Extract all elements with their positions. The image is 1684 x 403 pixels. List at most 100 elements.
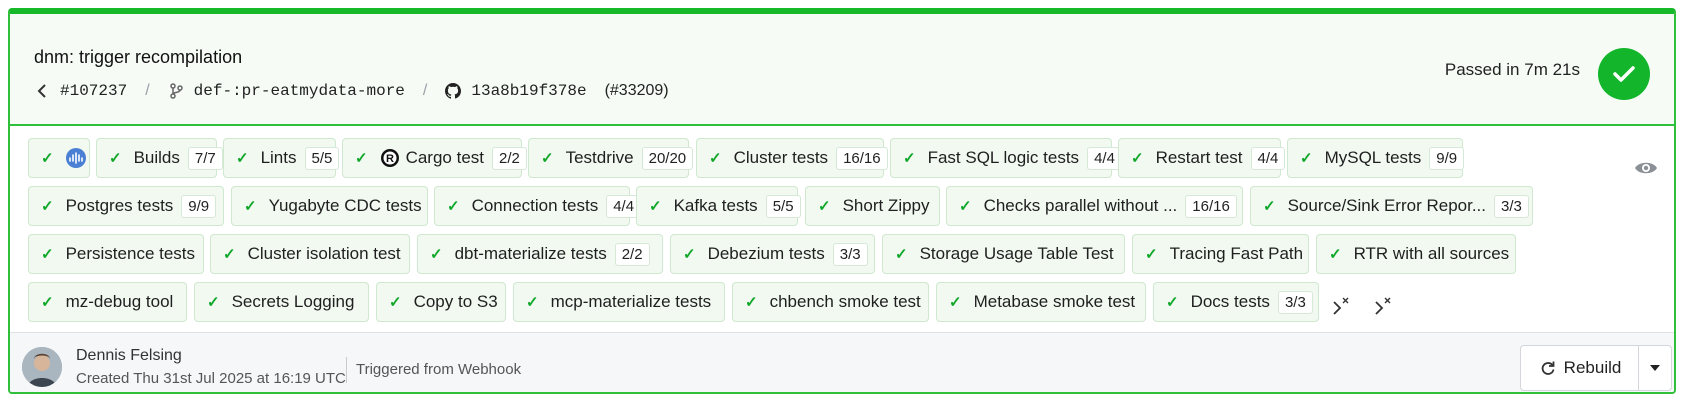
job-chip[interactable]: ✓ Persistence tests bbox=[28, 234, 204, 274]
job-count: 9/9 bbox=[181, 194, 217, 218]
check-icon: ✓ bbox=[355, 150, 368, 167]
passed-status-icon bbox=[1598, 48, 1650, 100]
job-count: 4/4 bbox=[1087, 146, 1122, 170]
job-label: Lints bbox=[260, 148, 297, 167]
job-label: mcp-materialize tests bbox=[550, 292, 712, 311]
build-status-text: Passed in 7m 21s bbox=[1444, 60, 1580, 79]
check-icon: ✓ bbox=[683, 246, 696, 263]
build-footer: Dennis Felsing Created Thu 31st Jul 2025… bbox=[10, 332, 1674, 392]
eye-icon[interactable] bbox=[1634, 160, 1658, 181]
job-chip[interactable]: ✓ Testdrive 20/20 bbox=[528, 138, 694, 178]
separator: / bbox=[422, 82, 428, 99]
check-icon: ✓ bbox=[1329, 246, 1342, 263]
job-chip[interactable]: ✓ Kafka tests 5/5 bbox=[636, 186, 801, 226]
job-count: 3/3 bbox=[1277, 290, 1313, 314]
job-count: 3/3 bbox=[1494, 194, 1529, 218]
check-icon: ✓ bbox=[430, 246, 443, 263]
check-icon: ✓ bbox=[1131, 150, 1144, 167]
rebuild-options-button[interactable] bbox=[1638, 345, 1672, 391]
job-chip[interactable]: ✓ Fast SQL logic tests 4/4 bbox=[890, 138, 1122, 178]
job-chip[interactable]: ✓ Secrets Logging bbox=[194, 282, 369, 322]
build-title: dnm: trigger recompilation bbox=[34, 47, 243, 67]
job-count: 4/4 bbox=[1250, 146, 1286, 170]
collapse-icon[interactable] bbox=[1372, 296, 1394, 323]
job-chip[interactable]: ✓ Connection tests 4/4 bbox=[434, 186, 642, 226]
check-icon: ✓ bbox=[223, 246, 236, 263]
job-chip[interactable]: ✓ Postgres tests 9/9 bbox=[28, 186, 224, 226]
job-chip[interactable]: ✓ mcp-materialize tests bbox=[513, 282, 725, 322]
job-label: Tracing Fast Path bbox=[1169, 244, 1304, 263]
build-number[interactable]: #107237 bbox=[60, 82, 127, 100]
job-count: 2/2 bbox=[614, 242, 650, 266]
check-icon: ✓ bbox=[903, 150, 916, 167]
job-count: 7/7 bbox=[187, 146, 223, 170]
job-chip[interactable]: ✓ Restart test 4/4 bbox=[1118, 138, 1286, 178]
check-icon: ✓ bbox=[244, 198, 257, 215]
job-count: 5/5 bbox=[765, 194, 801, 218]
check-icon: ✓ bbox=[959, 198, 972, 215]
job-label: Copy to S3 bbox=[413, 292, 498, 311]
check-icon: ✓ bbox=[526, 294, 539, 311]
job-chip[interactable]: ✓ Source/Sink Error Repor... 3/3 bbox=[1250, 186, 1533, 226]
job-chip[interactable]: ✓ Tracing Fast Path bbox=[1132, 234, 1309, 274]
job-chip[interactable]: ✓ Cluster isolation test bbox=[210, 234, 410, 274]
job-label: Secrets Logging bbox=[231, 292, 355, 311]
job-label: Kafka tests bbox=[673, 196, 758, 215]
avatar[interactable] bbox=[22, 347, 62, 387]
check-icon: ✓ bbox=[447, 198, 460, 215]
build-card: dnm: trigger recompilation #107237 / def… bbox=[8, 8, 1676, 394]
collapse-icon[interactable] bbox=[1330, 296, 1352, 323]
job-chip[interactable]: ✓ Lints 5/5 bbox=[223, 138, 340, 178]
waveform-logo-icon bbox=[65, 148, 86, 168]
job-chip[interactable]: ✓ Debezium tests 3/3 bbox=[670, 234, 875, 274]
job-label: Testdrive bbox=[565, 148, 634, 167]
check-icon: ✓ bbox=[745, 294, 758, 311]
job-chip[interactable]: ✓ mz-debug tool bbox=[28, 282, 187, 322]
job-chip[interactable]: ✓ RTR with all sources bbox=[1316, 234, 1516, 274]
branch-name[interactable]: def-:pr-eatmydata-more bbox=[194, 82, 405, 100]
job-label: Persistence tests bbox=[65, 244, 196, 263]
job-label: Storage Usage Table Test bbox=[919, 244, 1114, 263]
job-count: 9/9 bbox=[1429, 146, 1465, 170]
job-chip[interactable]: ✓ Yugabyte CDC tests bbox=[231, 186, 428, 226]
job-label: Cargo test bbox=[405, 148, 485, 167]
job-label: Cluster isolation test bbox=[247, 244, 401, 263]
check-icon: ✓ bbox=[949, 294, 962, 311]
check-icon: ✓ bbox=[109, 150, 122, 167]
commit-hash[interactable]: 13a8b19f378e bbox=[471, 82, 586, 100]
job-chip[interactable]: ✓ Docs tests 3/3 bbox=[1153, 282, 1319, 322]
check-icon: ✓ bbox=[541, 150, 554, 167]
job-chip[interactable]: ✓ Metabase smoke test bbox=[936, 282, 1146, 322]
check-icon: ✓ bbox=[709, 150, 722, 167]
job-chip[interactable]: ✓ Short Zippy bbox=[805, 186, 940, 226]
svg-text:R: R bbox=[386, 153, 394, 165]
created-timestamp: Created Thu 31st Jul 2025 at 16:19 UTC bbox=[76, 370, 346, 387]
rebuild-label: Rebuild bbox=[1563, 358, 1622, 377]
check-icon: ✓ bbox=[818, 198, 831, 215]
check-icon: ✓ bbox=[41, 294, 54, 311]
check-icon: ✓ bbox=[41, 150, 54, 167]
job-label: chbench smoke test bbox=[769, 292, 921, 311]
check-icon: ✓ bbox=[895, 246, 908, 263]
job-chip[interactable]: ✓ Builds 7/7 bbox=[96, 138, 223, 178]
check-icon: ✓ bbox=[1263, 198, 1276, 215]
check-icon: ✓ bbox=[389, 294, 402, 311]
job-chip[interactable]: ✓ Cluster tests 16/16 bbox=[696, 138, 888, 178]
job-label: Source/Sink Error Repor... bbox=[1287, 196, 1486, 215]
check-icon: ✓ bbox=[649, 198, 662, 215]
job-chip[interactable]: ✓ Checks parallel without ... 16/16 bbox=[946, 186, 1243, 226]
job-chip[interactable]: ✓ MySQL tests 9/9 bbox=[1287, 138, 1465, 178]
job-label: RTR with all sources bbox=[1353, 244, 1510, 263]
job-chip[interactable]: ✓ R Cargo test 2/2 bbox=[342, 138, 527, 178]
chevron-left-icon[interactable] bbox=[34, 83, 50, 99]
job-count: 16/16 bbox=[836, 146, 888, 170]
job-chip[interactable]: ✓ dbt-materialize tests 2/2 bbox=[417, 234, 663, 274]
rebuild-button[interactable]: Rebuild bbox=[1520, 345, 1640, 391]
job-chip[interactable]: ✓ Copy to S3 bbox=[376, 282, 506, 322]
check-icon: ✓ bbox=[236, 150, 249, 167]
pr-number[interactable]: (#33209) bbox=[605, 82, 669, 100]
job-chip[interactable]: ✓ bbox=[28, 138, 90, 178]
job-chip[interactable]: ✓ Storage Usage Table Test bbox=[882, 234, 1125, 274]
author-name[interactable]: Dennis Felsing bbox=[76, 347, 182, 365]
job-chip[interactable]: ✓ chbench smoke test bbox=[732, 282, 929, 322]
